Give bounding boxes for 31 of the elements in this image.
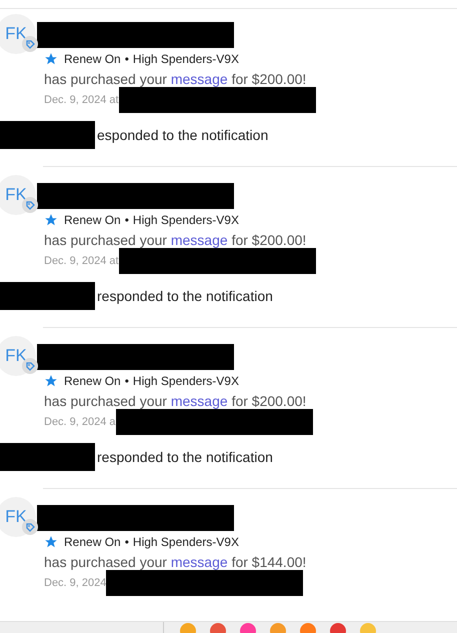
timestamp: Dec. 9, 2024 a bbox=[44, 416, 116, 428]
timestamp: Dec. 9, 2024 at bbox=[44, 94, 119, 106]
status-label: Renew On bbox=[64, 374, 121, 388]
tier-label: High Spenders-V9X bbox=[132, 374, 239, 388]
status-label: Renew On bbox=[64, 213, 121, 227]
status-label: Renew On bbox=[64, 535, 121, 549]
message-link[interactable]: message bbox=[170, 232, 228, 248]
separator: • bbox=[124, 374, 129, 388]
message-link[interactable]: message bbox=[170, 554, 228, 570]
avatar: FK bbox=[0, 175, 36, 215]
tier-label: High Spenders-V9X bbox=[132, 213, 239, 227]
purchase-text: has purchased your message for $200.00! bbox=[44, 71, 308, 87]
purchase-text: has purchased your message for $200.00! bbox=[44, 232, 308, 248]
separator: • bbox=[124, 213, 129, 227]
response-text: esponded to the notification bbox=[97, 127, 268, 143]
status-label: Renew On bbox=[64, 52, 121, 66]
tier-label: High Spenders-V9X bbox=[132, 535, 239, 549]
purchase-text: has purchased your message for $200.00! bbox=[44, 393, 308, 409]
message-link[interactable]: message bbox=[170, 393, 228, 409]
separator: • bbox=[124, 535, 129, 549]
avatar: FK bbox=[0, 336, 36, 376]
tier-label: High Spenders-V9X bbox=[132, 52, 239, 66]
purchase-text: has purchased your message for $144.00! bbox=[44, 554, 306, 570]
separator: • bbox=[124, 52, 129, 66]
response-text: responded to the notification bbox=[97, 288, 273, 304]
response-text: responded to the notification bbox=[97, 449, 273, 465]
timestamp: Dec. 9, 2024 bbox=[44, 577, 106, 589]
message-link[interactable]: message bbox=[170, 71, 228, 87]
avatar: FK bbox=[0, 14, 36, 54]
timestamp: Dec. 9, 2024 at bbox=[44, 255, 119, 267]
avatar: FK bbox=[0, 497, 36, 537]
